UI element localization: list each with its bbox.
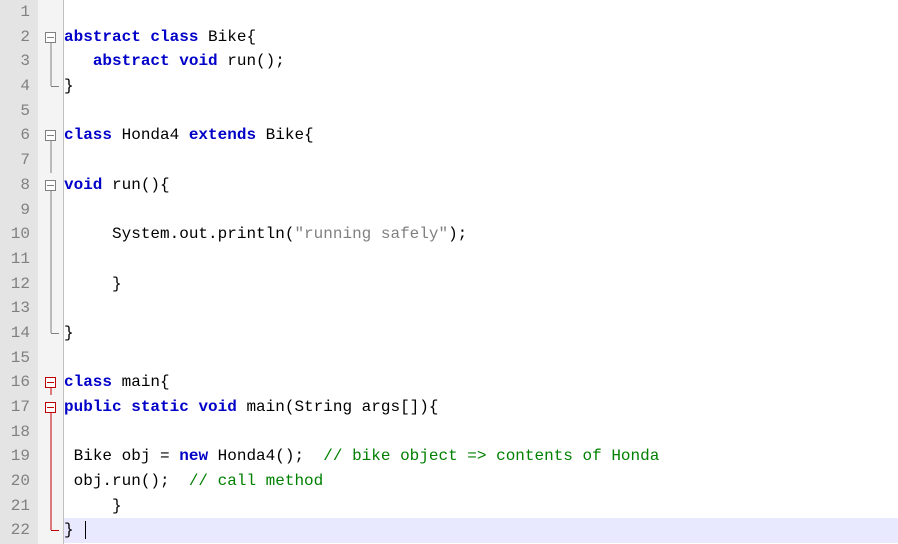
code-line bbox=[64, 99, 898, 124]
line-number: 13 bbox=[6, 296, 30, 321]
line-number: 9 bbox=[6, 198, 30, 223]
code-line-active: } bbox=[64, 518, 898, 543]
line-number: 2 bbox=[6, 25, 30, 50]
code-line bbox=[64, 346, 898, 371]
code-line: abstract class Bike{ bbox=[64, 25, 898, 50]
fold-toggle-icon[interactable] bbox=[45, 180, 56, 191]
code-line: } bbox=[64, 321, 898, 346]
line-number: 4 bbox=[6, 74, 30, 99]
code-line bbox=[64, 247, 898, 272]
line-number: 7 bbox=[6, 148, 30, 173]
fold-toggle-icon[interactable] bbox=[45, 32, 56, 43]
code-editor: 1 2 3 4 5 6 7 8 9 10 11 12 13 14 15 16 1… bbox=[0, 0, 898, 544]
code-line: } bbox=[64, 272, 898, 297]
code-line: class Honda4 extends Bike{ bbox=[64, 123, 898, 148]
text-cursor-icon bbox=[85, 521, 86, 539]
code-content[interactable]: abstract class Bike{ abstract void run()… bbox=[64, 0, 898, 544]
line-number: 18 bbox=[6, 420, 30, 445]
code-line: } bbox=[64, 74, 898, 99]
code-line: Bike obj = new Honda4(); // bike object … bbox=[64, 444, 898, 469]
fold-toggle-icon[interactable] bbox=[45, 130, 56, 141]
line-number: 10 bbox=[6, 222, 30, 247]
code-line: class main{ bbox=[64, 370, 898, 395]
line-number: 22 bbox=[6, 518, 30, 543]
code-line: } bbox=[64, 494, 898, 519]
code-line bbox=[64, 0, 898, 25]
code-line bbox=[64, 296, 898, 321]
line-number: 21 bbox=[6, 494, 30, 519]
fold-gutter bbox=[38, 0, 64, 544]
code-line: System.out.println("running safely"); bbox=[64, 222, 898, 247]
line-number: 14 bbox=[6, 321, 30, 346]
code-line bbox=[64, 420, 898, 445]
line-number: 5 bbox=[6, 99, 30, 124]
line-number: 1 bbox=[6, 0, 30, 25]
code-line: void run(){ bbox=[64, 173, 898, 198]
code-line: abstract void run(); bbox=[64, 49, 898, 74]
line-number: 11 bbox=[6, 247, 30, 272]
line-number-gutter: 1 2 3 4 5 6 7 8 9 10 11 12 13 14 15 16 1… bbox=[0, 0, 38, 544]
line-number: 3 bbox=[6, 49, 30, 74]
code-line: obj.run(); // call method bbox=[64, 469, 898, 494]
line-number: 19 bbox=[6, 444, 30, 469]
fold-toggle-icon[interactable] bbox=[45, 377, 56, 388]
line-number: 15 bbox=[6, 346, 30, 371]
line-number: 16 bbox=[6, 370, 30, 395]
line-number: 17 bbox=[6, 395, 30, 420]
code-line bbox=[64, 148, 898, 173]
line-number: 20 bbox=[6, 469, 30, 494]
line-number: 12 bbox=[6, 272, 30, 297]
line-number: 8 bbox=[6, 173, 30, 198]
line-number: 6 bbox=[6, 123, 30, 148]
code-line: public static void main(String args[]){ bbox=[64, 395, 898, 420]
code-line bbox=[64, 198, 898, 223]
fold-toggle-icon[interactable] bbox=[45, 402, 56, 413]
